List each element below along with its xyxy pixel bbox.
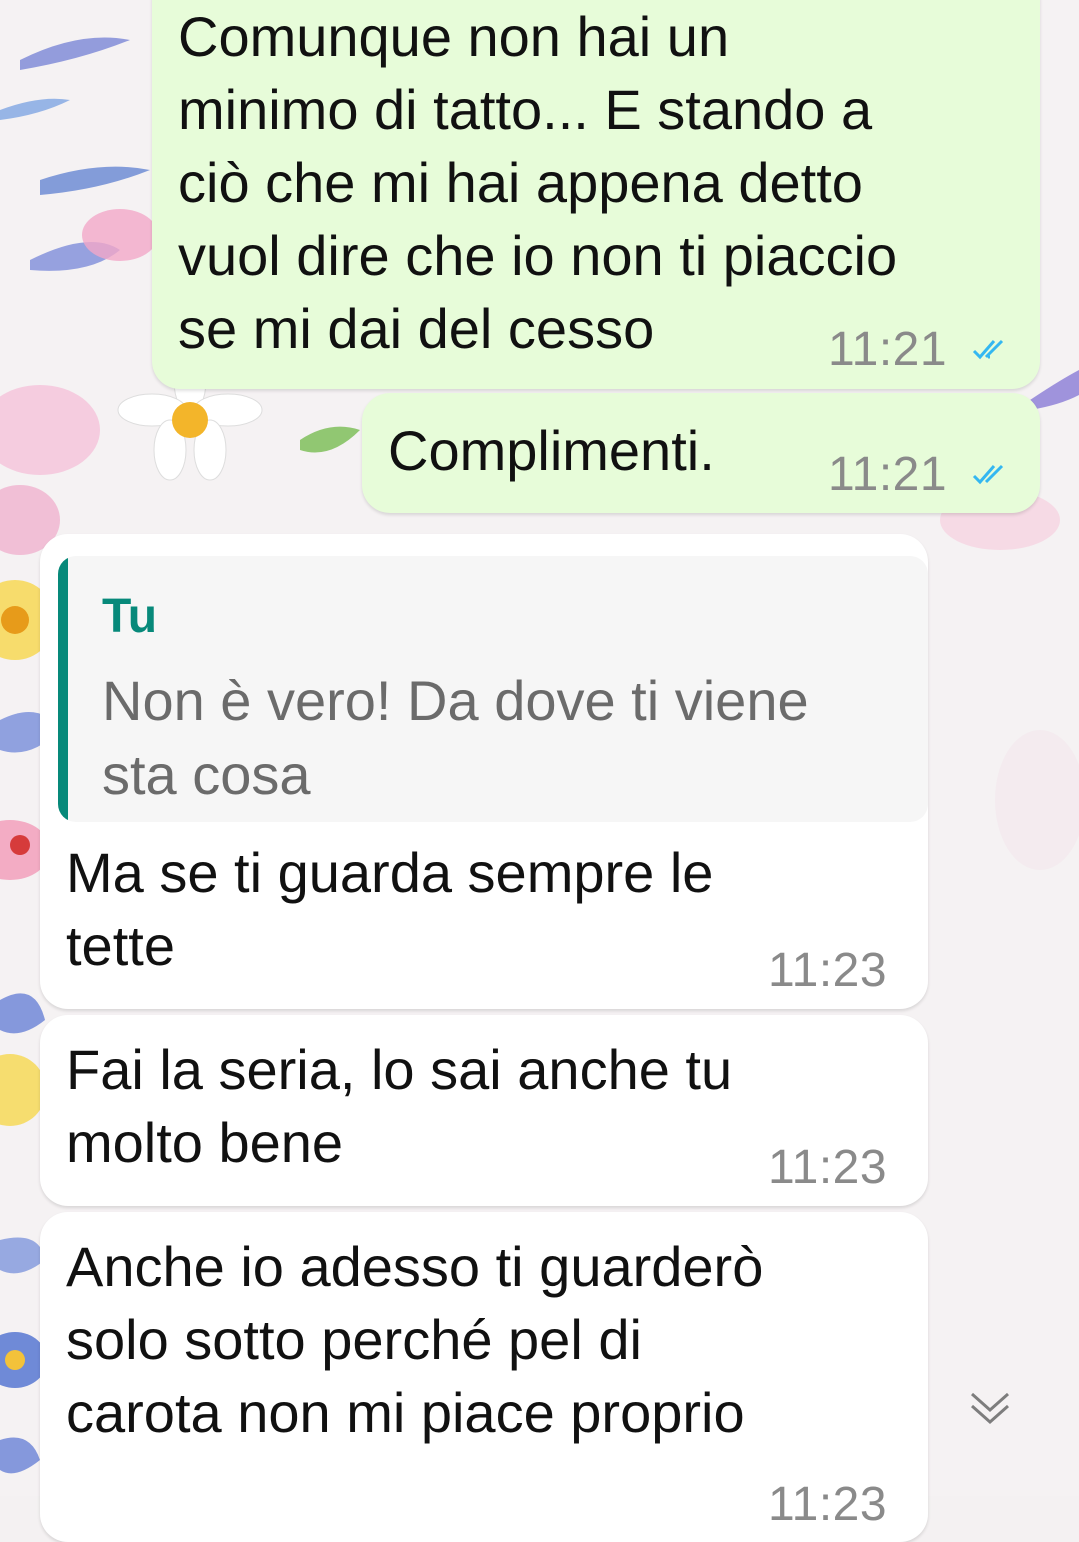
chevron-double-down-icon[interactable] [966, 1388, 1014, 1428]
message-time: 11:23 [768, 1478, 888, 1531]
message-text: Anche io adesso ti guarderò solo sotto p… [66, 1235, 764, 1444]
double-check-icon [972, 464, 1004, 485]
message-text: Complimenti. [388, 419, 715, 482]
message-bubble-incoming[interactable]: Fai la seria, lo sai anche tu molto bene… [40, 1015, 928, 1206]
quote-text: Non è vero! Da dove ti viene sta cosa [102, 669, 809, 806]
quoted-message[interactable]: Tu Non è vero! Da dove ti viene sta cosa [58, 556, 928, 822]
message-bubble-outgoing[interactable]: Comunque non hai un minimo di tatto... E… [152, 0, 1040, 389]
message-bubble-incoming[interactable]: Tu Non è vero! Da dove ti viene sta cosa… [40, 534, 928, 1009]
message-time: 11:23 [768, 944, 888, 997]
message-bubble-incoming[interactable]: Anche io adesso ti guarderò solo sotto p… [40, 1212, 928, 1542]
message-time: 11:21 [828, 323, 948, 376]
quote-author: Tu [102, 590, 158, 643]
message-bubble-outgoing[interactable]: Complimenti. 11:21 [362, 393, 1040, 513]
message-time: 11:23 [768, 1141, 888, 1194]
message-text: Comunque non hai un minimo di tatto... E… [178, 5, 898, 360]
message-time: 11:21 [828, 448, 948, 501]
quote-accent-bar [58, 556, 68, 822]
double-check-icon [972, 339, 1004, 360]
